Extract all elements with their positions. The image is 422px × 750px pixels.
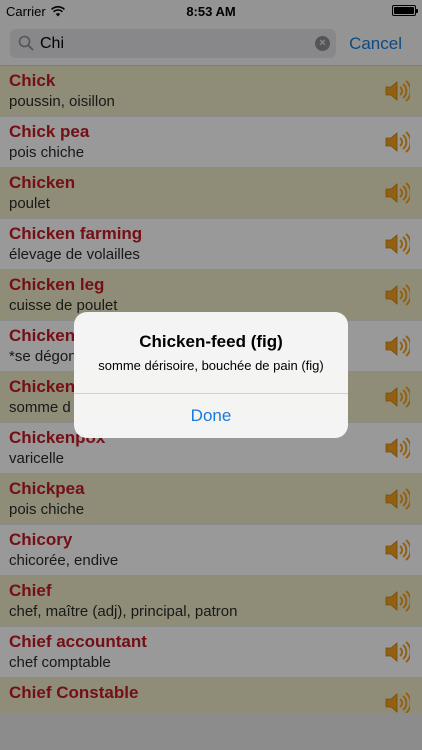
- entry-term: Chief: [9, 581, 52, 600]
- entry-term: Chicken farming: [9, 224, 143, 243]
- list-item[interactable]: Chicken poulet: [0, 168, 422, 219]
- alert-dialog: Chicken-feed (fig) somme dérisoire, bouc…: [74, 312, 348, 438]
- speaker-icon[interactable]: [384, 385, 412, 414]
- clear-search-icon[interactable]: ×: [315, 36, 330, 51]
- list-item[interactable]: Chief accountant chef comptable: [0, 627, 422, 678]
- entry-term: Chick: [9, 71, 56, 90]
- entry-definition: *se dégon: [9, 348, 77, 365]
- done-button[interactable]: Done: [74, 394, 348, 438]
- speaker-icon[interactable]: [384, 436, 412, 465]
- battery-icon: [392, 5, 418, 16]
- entry-definition: élevage de volailles: [9, 246, 140, 263]
- speaker-icon[interactable]: [384, 232, 412, 261]
- speaker-icon[interactable]: [384, 334, 412, 363]
- search-field[interactable]: ×: [10, 29, 336, 58]
- list-item[interactable]: Chickpea pois chiche: [0, 474, 422, 525]
- clock: 8:53 AM: [186, 4, 236, 19]
- speaker-icon[interactable]: [384, 79, 412, 108]
- speaker-icon[interactable]: [384, 130, 412, 159]
- entry-definition: varicelle: [9, 450, 65, 467]
- entry-term: Chickpea: [9, 479, 85, 498]
- search-icon: [18, 35, 34, 51]
- entry-term: Chicken: [9, 326, 76, 345]
- entry-term: Chicory: [9, 530, 73, 549]
- entry-term: Chicken: [9, 173, 76, 192]
- entry-term: Chief Constable: [9, 683, 139, 702]
- search-input[interactable]: [40, 29, 310, 58]
- speaker-icon[interactable]: [384, 487, 412, 516]
- entry-definition: chicorée, endive: [9, 552, 119, 569]
- cancel-button[interactable]: Cancel: [349, 34, 402, 54]
- entry-term: Chicken leg: [9, 275, 105, 294]
- entry-definition: chef, maître (adj), principal, patron: [9, 603, 238, 620]
- list-item[interactable]: Chief chef, maître (adj), principal, patr…: [0, 576, 422, 627]
- entry-definition: poulet: [9, 195, 50, 212]
- list-item[interactable]: Chick pea pois chiche: [0, 117, 422, 168]
- entry-definition: poussin, oisillon: [9, 93, 115, 110]
- entry-term: Chief accountant: [9, 632, 147, 651]
- entry-definition: pois chiche: [9, 144, 85, 161]
- speaker-icon[interactable]: [384, 538, 412, 567]
- entry-term: Chicken: [9, 377, 76, 396]
- speaker-icon[interactable]: [384, 283, 412, 312]
- alert-title: Chicken-feed (fig): [139, 332, 283, 351]
- alert-message: somme dérisoire, bouchée de pain (fig): [98, 358, 324, 373]
- status-bar: Carrier 8:53 AM: [0, 0, 422, 22]
- list-item[interactable]: Chicory chicorée, endive: [0, 525, 422, 576]
- entry-definition: pois chiche: [9, 501, 85, 518]
- speaker-icon[interactable]: [384, 589, 412, 618]
- speaker-icon[interactable]: [384, 181, 412, 210]
- list-item[interactable]: Chick poussin, oisillon: [0, 66, 422, 117]
- bottom-bar: [0, 713, 422, 750]
- speaker-icon[interactable]: [384, 640, 412, 669]
- search-bar: × Cancel: [0, 22, 422, 66]
- list-item[interactable]: Chicken farming élevage de volailles: [0, 219, 422, 270]
- entry-definition: chef comptable: [9, 654, 111, 671]
- entry-term: Chick pea: [9, 122, 90, 141]
- entry-definition: somme d: [9, 399, 71, 416]
